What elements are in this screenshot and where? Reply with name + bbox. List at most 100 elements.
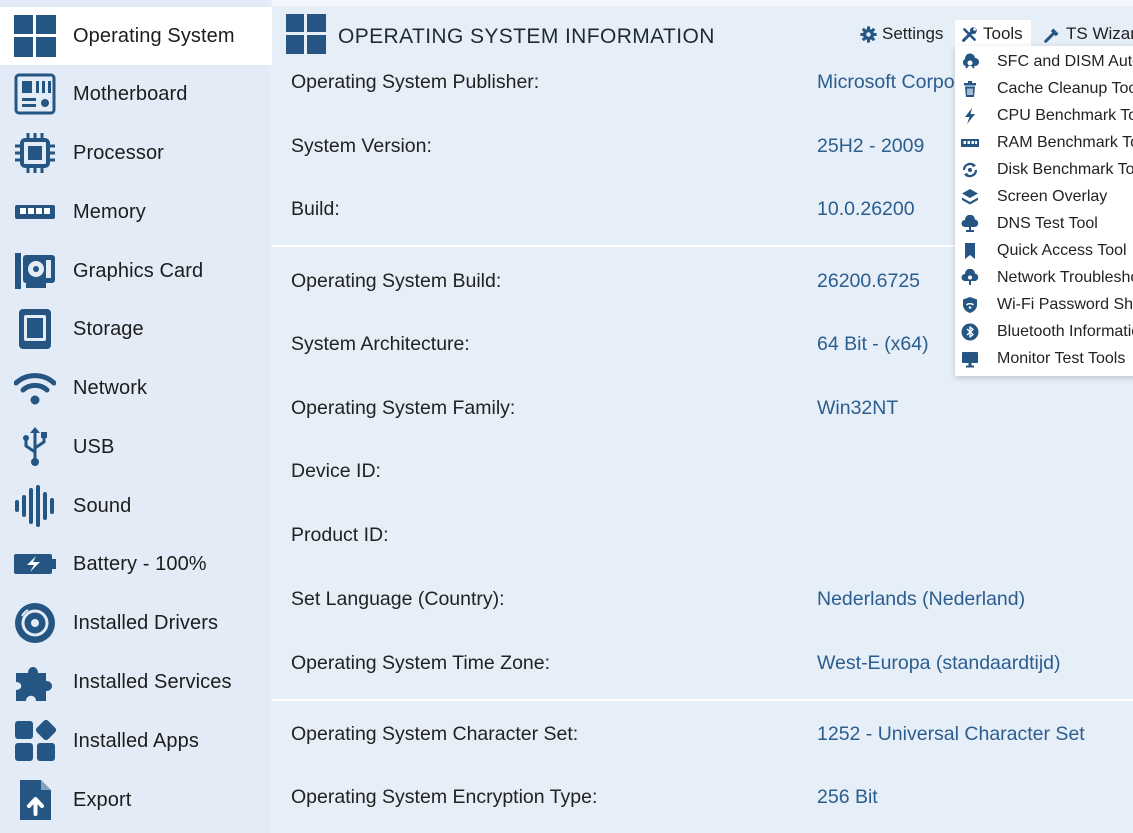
sidebar-item-label: Motherboard	[73, 82, 188, 105]
menu-item-label: CPU Benchmark Tool	[997, 106, 1133, 124]
menu-item-label: RAM Benchmark Tool	[997, 133, 1133, 151]
sidebar-item-export[interactable]: Export	[0, 771, 273, 829]
network-cloud-icon	[961, 268, 979, 285]
storage-icon	[14, 308, 56, 350]
info-value: 1252 - Universal Character Set	[817, 723, 1085, 745]
info-label: System Architecture:	[291, 333, 470, 355]
info-label: Device ID:	[291, 460, 381, 482]
info-row-time-zone: Operating System Time Zone: West-Europa …	[272, 644, 1133, 684]
sidebar-item-label: Installed Drivers	[73, 611, 219, 634]
gear-cloud-icon	[962, 52, 979, 69]
menu-item-label: Wi-Fi Password Show	[997, 295, 1133, 313]
sidebar-item-label: USB	[73, 435, 115, 458]
memory-icon	[14, 191, 56, 233]
info-value: Win32NT	[817, 397, 899, 419]
sidebar-item-label: Installed Apps	[73, 729, 199, 752]
bookmark-icon	[965, 242, 975, 259]
menu-item-screen-overlay[interactable]: Screen Overlay	[955, 183, 1133, 210]
export-file-icon	[14, 779, 56, 821]
info-row-os-family: Operating System Family: Win32NT	[272, 389, 1133, 429]
menu-item-label: Quick Access Tool	[997, 241, 1127, 259]
tools-button[interactable]: Tools	[955, 20, 1031, 48]
usb-icon	[14, 426, 56, 468]
menu-item-network-troubleshoot[interactable]: Network Troubleshoot	[955, 264, 1133, 291]
sidebar-item-processor[interactable]: Processor	[0, 124, 273, 182]
bolt-icon	[965, 107, 975, 124]
menu-item-label: Screen Overlay	[997, 187, 1108, 205]
top-strip	[272, 0, 1133, 6]
info-value: 25H2 - 2009	[817, 135, 925, 157]
sidebar-item-storage[interactable]: Storage	[0, 300, 273, 358]
sidebar-item-installed-apps[interactable]: Installed Apps	[0, 712, 273, 770]
menu-item-wifi-password[interactable]: Wi-Fi Password Show	[955, 291, 1133, 318]
sidebar-item-network[interactable]: Network	[0, 359, 273, 417]
page-title: OPERATING SYSTEM INFORMATION	[338, 24, 715, 48]
tools-dropdown-menu: SFC and DISM Auto Cache Cleanup Tool CPU…	[955, 46, 1133, 376]
sidebar-item-battery[interactable]: Battery - 100%	[0, 535, 273, 593]
menu-item-bluetooth[interactable]: Bluetooth Information	[955, 318, 1133, 345]
motherboard-icon	[14, 73, 56, 115]
menu-item-sfc-dism[interactable]: SFC and DISM Auto	[955, 48, 1133, 75]
sound-wave-icon	[14, 485, 56, 527]
section-divider	[272, 699, 1133, 701]
info-value: 64 Bit - (x64)	[817, 333, 929, 355]
cloud-dns-icon	[961, 214, 979, 232]
menu-item-label: Disk Benchmark Tool	[997, 160, 1133, 178]
sidebar-item-label: Sound	[73, 494, 132, 517]
menu-item-cpu-benchmark[interactable]: CPU Benchmark Tool	[955, 102, 1133, 129]
menu-item-monitor-test[interactable]: Monitor Test Tools	[955, 345, 1133, 372]
sidebar-item-motherboard[interactable]: Motherboard	[0, 65, 273, 123]
menu-item-disk-benchmark[interactable]: Disk Benchmark Tool	[955, 156, 1133, 183]
info-label: System Version:	[291, 135, 432, 157]
page-header: OPERATING SYSTEM INFORMATION	[286, 14, 715, 59]
sidebar: Operating System Motherboard Processor M…	[0, 0, 273, 833]
apps-grid-icon	[14, 720, 56, 762]
battery-icon	[14, 543, 56, 585]
info-value: 256 Bit	[817, 786, 878, 808]
info-row-encryption-type: Operating System Encryption Type: 256 Bi…	[272, 778, 1133, 818]
sidebar-item-memory[interactable]: Memory	[0, 183, 273, 241]
info-label: Operating System Build:	[291, 270, 502, 292]
monitor-icon	[962, 351, 978, 367]
bluetooth-icon	[961, 323, 979, 340]
menu-item-ram-benchmark[interactable]: RAM Benchmark Tool	[955, 129, 1133, 156]
sidebar-item-operating-system[interactable]: Operating System	[0, 7, 273, 65]
sidebar-item-label: Network	[73, 376, 148, 399]
graphics-card-icon	[14, 250, 56, 292]
info-value: Nederlands (Nederland)	[817, 588, 1026, 610]
sidebar-item-sound[interactable]: Sound	[0, 477, 273, 535]
ts-wizard-label: TS Wizard	[1066, 24, 1133, 43]
sidebar-item-label: Processor	[73, 141, 164, 164]
sidebar-item-label: Storage	[73, 317, 144, 340]
menu-item-quick-access[interactable]: Quick Access Tool	[955, 237, 1133, 264]
disc-icon	[14, 602, 56, 644]
sidebar-item-label: Export	[73, 788, 132, 811]
windows-icon	[286, 14, 326, 59]
info-row-product-id: Product ID:	[272, 516, 1133, 556]
sidebar-item-label: Operating System	[73, 24, 235, 47]
layers-icon	[962, 188, 978, 204]
ts-wizard-button[interactable]: TS Wizard	[1044, 20, 1133, 48]
settings-button[interactable]: Settings	[860, 20, 943, 48]
info-value: 10.0.26200	[817, 198, 915, 220]
menu-item-label: Cache Cleanup Tool	[997, 79, 1133, 97]
windows-icon	[14, 15, 56, 57]
sidebar-item-label: Battery - 100%	[73, 552, 207, 575]
menu-item-dns-test[interactable]: DNS Test Tool	[955, 210, 1133, 237]
info-label: Operating System Character Set:	[291, 723, 579, 745]
disk-refresh-icon	[962, 162, 978, 177]
sidebar-item-usb[interactable]: USB	[0, 418, 273, 476]
info-label: Operating System Publisher:	[291, 71, 540, 93]
ram-icon	[961, 138, 979, 147]
sidebar-item-installed-drivers[interactable]: Installed Drivers	[0, 594, 273, 652]
menu-item-label: Monitor Test Tools	[997, 349, 1126, 367]
sidebar-item-label: Graphics Card	[73, 259, 204, 282]
gear-icon	[860, 25, 877, 43]
info-label: Operating System Encryption Type:	[291, 786, 598, 808]
menu-item-cache-cleanup[interactable]: Cache Cleanup Tool	[955, 75, 1133, 102]
menu-item-label: Network Troubleshoot	[997, 268, 1133, 286]
tools-label: Tools	[983, 24, 1023, 43]
shield-wifi-icon	[963, 296, 977, 313]
sidebar-item-installed-services[interactable]: Installed Services	[0, 653, 273, 711]
sidebar-item-graphics-card[interactable]: Graphics Card	[0, 242, 273, 300]
